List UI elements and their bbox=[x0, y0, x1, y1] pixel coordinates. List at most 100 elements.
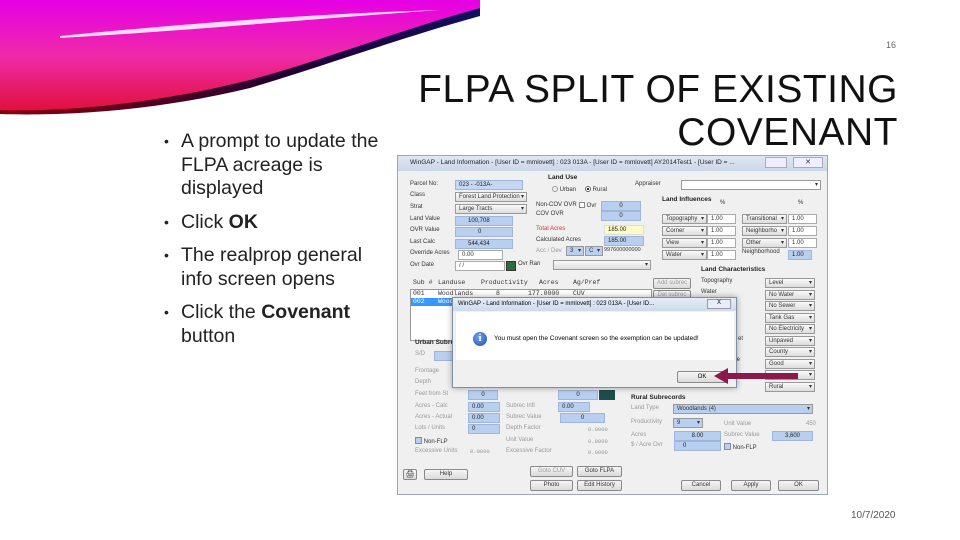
last-calc-field: 544,434 bbox=[455, 239, 513, 249]
view-influence-dropdown[interactable]: View bbox=[662, 238, 707, 248]
row-agpref[interactable]: CUV bbox=[573, 290, 585, 297]
calculated-acres-field: 185.00 bbox=[604, 236, 644, 246]
acres-calc-field[interactable]: 0.00 bbox=[468, 402, 500, 412]
appraiser-dropdown[interactable] bbox=[681, 180, 821, 190]
view-influence-value[interactable]: 1.00 bbox=[707, 238, 736, 248]
bullet-text: Click the bbox=[181, 301, 262, 323]
topography-influence-value[interactable]: 1.00 bbox=[707, 214, 736, 224]
land-type-dropdown[interactable]: Woodlands (4) bbox=[673, 404, 813, 414]
neighborhood-influence-value[interactable]: 1.00 bbox=[788, 226, 817, 236]
strat-label: Strat bbox=[410, 204, 423, 210]
corner-influence-value[interactable]: 1.00 bbox=[707, 226, 736, 236]
row-sub[interactable]: 001 bbox=[413, 290, 425, 297]
appraiser-label: Appraiser bbox=[635, 181, 661, 187]
neighborhood-label: Neighborhood bbox=[742, 249, 780, 255]
acc-dropdown[interactable]: 3 bbox=[566, 246, 584, 256]
topography-influence-dropdown[interactable]: Topography bbox=[662, 214, 707, 224]
radio-selected-icon bbox=[585, 186, 591, 192]
goto-cuv-button[interactable]: Goto CUV bbox=[530, 466, 573, 477]
corner-influence-dropdown[interactable]: Corner bbox=[662, 226, 707, 236]
goto-flpa-button[interactable]: Goto FLPA bbox=[577, 466, 622, 477]
calculator-icon[interactable] bbox=[599, 390, 615, 400]
water-dropdown[interactable]: No Water bbox=[765, 290, 815, 300]
acres-actual-label: Acres - Actual bbox=[415, 414, 453, 420]
class-dropdown[interactable]: Forest Land Protection bbox=[455, 192, 527, 202]
pct-header: % bbox=[798, 200, 804, 206]
rural-radio[interactable]: Rural bbox=[585, 186, 607, 193]
dialog-close-button[interactable]: X bbox=[707, 299, 731, 309]
subrec-field[interactable]: 0 bbox=[558, 390, 598, 400]
dev-dropdown[interactable]: C bbox=[585, 246, 603, 256]
land-type-label: Land Type bbox=[631, 405, 659, 411]
ovr-checkbox[interactable]: Ovr bbox=[579, 202, 596, 209]
add-subrec-button[interactable]: Add subrec bbox=[653, 278, 691, 289]
urban-nonflp-checkbox[interactable]: Non-FLP bbox=[415, 437, 448, 445]
row-productivity[interactable]: 8 bbox=[496, 290, 500, 297]
strat-dropdown[interactable]: Large Tracts bbox=[455, 204, 527, 214]
transitional-influence-dropdown[interactable]: Transitional bbox=[742, 214, 787, 224]
row-landuse[interactable]: Woodlands bbox=[438, 290, 473, 297]
col-productivity: Productivity bbox=[481, 279, 528, 286]
other-influence-dropdown[interactable]: Other bbox=[742, 238, 787, 248]
calendar-icon[interactable] bbox=[506, 261, 516, 271]
edit-history-button[interactable]: Edit History bbox=[577, 480, 622, 491]
total-acres-field: 185.00 bbox=[604, 225, 644, 235]
ok-button[interactable]: OK bbox=[778, 480, 819, 491]
productivity-dropdown[interactable]: 9 bbox=[673, 418, 703, 428]
lots-units-field[interactable]: 0 bbox=[468, 424, 500, 434]
ovr-check-label: Ovr bbox=[586, 203, 597, 209]
acc-dev-label: Acc / Dev bbox=[536, 248, 562, 254]
depth-label: Depth bbox=[415, 379, 432, 385]
row-sub[interactable]: 002 bbox=[413, 298, 425, 305]
apply-button[interactable]: Apply bbox=[731, 480, 771, 491]
topography-dropdown[interactable]: Level bbox=[765, 278, 815, 288]
rural-nonflp-checkbox[interactable]: Non-FLP bbox=[724, 443, 757, 451]
ovr-date-field[interactable]: / / bbox=[455, 261, 505, 271]
help-icon[interactable] bbox=[765, 157, 787, 168]
row-acres[interactable]: 177.0000 bbox=[528, 290, 559, 297]
water-influence-value[interactable]: 1.00 bbox=[707, 250, 736, 260]
rural-subrecords-title: Rural Subrecords bbox=[631, 394, 686, 401]
acres-field[interactable]: 8.00 bbox=[674, 431, 721, 441]
rural-label: Rural bbox=[592, 187, 608, 193]
pointer-arrow bbox=[714, 368, 798, 384]
neighborhood-field: 1.00 bbox=[788, 250, 812, 260]
col-sub: Sub # bbox=[413, 279, 433, 286]
other-influence-value[interactable]: 1.00 bbox=[788, 238, 817, 248]
gas-dropdown[interactable]: Tank Gas bbox=[765, 313, 815, 323]
col-agpref: Ag/Pref bbox=[573, 279, 601, 286]
sewer-dropdown[interactable]: No Sewer bbox=[765, 301, 815, 311]
info-icon: i bbox=[473, 332, 487, 346]
dialog-message: You must open the Covenant screen so the… bbox=[494, 335, 699, 342]
neighborhood-influence-dropdown[interactable]: Neighborho bbox=[742, 226, 787, 236]
street-dropdown[interactable]: Unpaved bbox=[765, 336, 815, 346]
acc-dev-code: 997600000000 bbox=[604, 247, 641, 253]
acres-actual-field[interactable]: 0.00 bbox=[468, 413, 500, 423]
close-icon: X bbox=[716, 300, 721, 306]
urban-radio[interactable]: Urban bbox=[552, 186, 576, 193]
dialog-title: WinGAP - Land Information - [User ID = m… bbox=[458, 301, 655, 307]
help-button[interactable]: Help bbox=[424, 469, 468, 480]
close-icon[interactable]: ✕ bbox=[793, 157, 823, 168]
slide-date: 10/7/2020 bbox=[851, 510, 896, 521]
parcel-field[interactable]: 023 - -013A- bbox=[455, 180, 523, 190]
photo-button[interactable]: Photo bbox=[530, 480, 573, 491]
excessive-units-label: Excessive Units bbox=[415, 448, 458, 454]
override-acres-field[interactable]: 0.00 bbox=[458, 250, 503, 260]
water-influence-dropdown[interactable]: Water bbox=[662, 250, 707, 260]
printer-icon[interactable]: 🖨 bbox=[403, 469, 417, 480]
class-label: Class bbox=[410, 192, 426, 198]
urban-label: Urban bbox=[559, 187, 577, 193]
cancel-button[interactable]: Cancel bbox=[681, 480, 721, 491]
transitional-influence-value[interactable]: 1.00 bbox=[788, 214, 817, 224]
subrec-infl-field[interactable]: 0.00 bbox=[558, 402, 590, 412]
unit-value-label: Unit Value bbox=[724, 421, 752, 427]
subrec-infl-label: Subrec Infl bbox=[506, 403, 535, 409]
road-dropdown[interactable]: County bbox=[765, 347, 815, 357]
col-acres: Acres bbox=[539, 279, 559, 286]
electricity-dropdown[interactable]: No Electricity bbox=[765, 324, 815, 334]
acre-ovr-field[interactable]: 0 bbox=[674, 441, 721, 451]
feet-from-street-field[interactable]: 0 bbox=[468, 390, 498, 400]
lots-units-label: Lots / Units bbox=[415, 425, 446, 431]
ovr-ran-dropdown[interactable] bbox=[553, 260, 651, 270]
